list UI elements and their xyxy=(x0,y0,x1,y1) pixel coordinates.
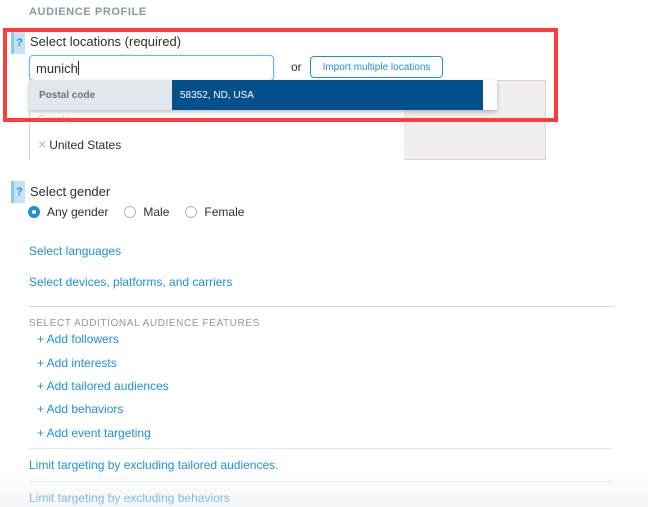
location-search-input[interactable]: munich xyxy=(29,55,274,81)
exclude-tailored-audiences-link[interactable]: Limit targeting by excluding tailored au… xyxy=(29,458,278,472)
radio-icon xyxy=(124,206,137,218)
remove-icon[interactable]: × xyxy=(38,136,46,152)
add-behaviors-link[interactable]: + Add behaviors xyxy=(37,402,123,416)
country-group-label: Country xyxy=(38,114,74,125)
additional-features-title: SELECT ADDITIONAL AUDIENCE FEATURES xyxy=(29,318,260,329)
add-event-targeting-link[interactable]: + Add event targeting xyxy=(37,426,151,440)
location-suggestions-dropdown: Postal code 58352, ND, USA xyxy=(29,80,497,110)
gender-label: Select gender xyxy=(30,184,111,199)
radio-icon xyxy=(185,206,198,218)
add-interests-link[interactable]: + Add interests xyxy=(37,356,117,370)
radio-label: Any gender xyxy=(47,205,109,219)
exclude-behaviors-link[interactable]: Limit targeting by excluding behaviors xyxy=(29,491,230,505)
gender-radio-male[interactable]: Male xyxy=(124,205,169,219)
gender-radio-any[interactable]: Any gender xyxy=(28,205,108,219)
radio-selected-icon xyxy=(28,206,40,218)
help-icon[interactable]: ? xyxy=(11,181,25,203)
import-locations-button[interactable]: Import multiple locations xyxy=(310,56,443,78)
select-languages-link[interactable]: Select languages xyxy=(29,244,121,258)
section-title: AUDIENCE PROFILE xyxy=(29,6,147,18)
select-devices-link[interactable]: Select devices, platforms, and carriers xyxy=(29,275,232,289)
add-tailored-audiences-link[interactable]: + Add tailored audiences xyxy=(37,379,169,393)
divider xyxy=(29,448,613,449)
add-followers-link[interactable]: + Add followers xyxy=(37,332,119,346)
divider xyxy=(29,481,613,482)
location-input-value: munich xyxy=(36,61,78,76)
selected-location-chip: × United States xyxy=(38,136,121,152)
help-icon[interactable]: ? xyxy=(11,32,25,54)
suggestion-type-label: Postal code xyxy=(29,80,172,110)
radio-label: Female xyxy=(204,205,245,219)
gender-radio-female[interactable]: Female xyxy=(185,205,244,219)
or-text: or xyxy=(291,60,302,74)
divider xyxy=(29,306,613,307)
radio-label: Male xyxy=(143,205,170,219)
text-caret xyxy=(77,61,79,75)
locations-label: Select locations (required) xyxy=(30,34,182,49)
suggestion-option[interactable]: 58352, ND, USA xyxy=(172,80,483,110)
selected-location-value: United States xyxy=(49,138,122,152)
gender-radio-group: Any gender Male Female xyxy=(28,205,244,219)
